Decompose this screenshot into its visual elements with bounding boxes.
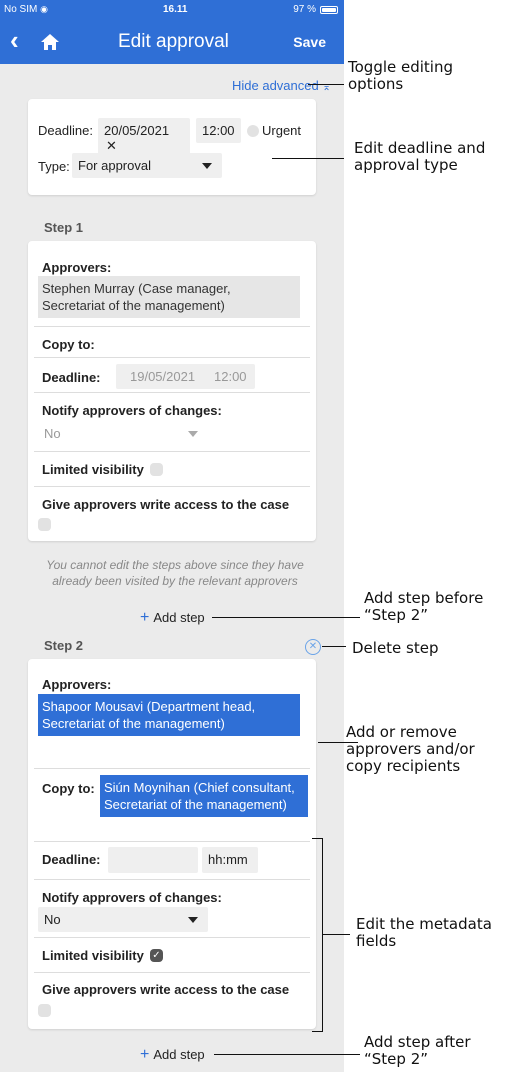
- urgent-radio[interactable]: [247, 125, 259, 137]
- delete-step-icon[interactable]: ✕: [305, 639, 321, 655]
- write-access-checkbox[interactable]: [38, 1004, 51, 1017]
- annotation-add-after: Add step after “Step 2”: [364, 1033, 471, 1068]
- wifi-icon: ◉: [40, 4, 48, 14]
- annotation-leader-metadata: [322, 934, 350, 935]
- annotation-bracket-bottom: [312, 1031, 322, 1032]
- plus-icon: +: [140, 609, 150, 626]
- clock: 16.11: [163, 4, 188, 15]
- locked-steps-note: You cannot edit the steps above since th…: [46, 558, 304, 588]
- divider: [34, 451, 310, 452]
- annotation-metadata: Edit the metadata fields: [356, 915, 492, 950]
- back-chevron-icon[interactable]: ‹: [10, 26, 19, 54]
- step-2-notify-select[interactable]: No: [38, 907, 208, 932]
- step-1-deadline-time: 12:00: [206, 364, 255, 389]
- annotation-bracket-top: [312, 838, 322, 839]
- annotation-delete: Delete step: [352, 639, 439, 657]
- hide-advanced-toggle[interactable]: Hide advanced ⌅: [232, 78, 331, 93]
- divider: [34, 768, 310, 769]
- annotation-leader-add-before: [212, 617, 360, 618]
- step-1-card: Approvers: Stephen Murray (Case manager,…: [28, 241, 316, 541]
- annotation-edit-deadline: Edit deadline and approval type: [354, 139, 486, 174]
- annotation-toggle: Toggle editing options: [348, 58, 453, 93]
- add-step-after-button[interactable]: + Add step: [140, 1046, 205, 1064]
- divider: [34, 841, 310, 842]
- write-access-checkbox: [38, 518, 51, 531]
- annotation-leader-toggle: [308, 84, 344, 85]
- dropdown-caret-icon: [202, 163, 212, 169]
- annotation-add-remove: Add or remove approvers and/or copy reci…: [346, 723, 475, 775]
- limited-visibility-checkbox: [150, 463, 163, 476]
- deadline-type-card: Deadline: 20/05/2021 ✕ 12:00 Urgent Type…: [28, 99, 316, 195]
- battery-icon: [320, 5, 338, 14]
- annotation-leader-add-after: [214, 1054, 360, 1055]
- notify-label: Notify approvers of changes:: [42, 403, 222, 418]
- notify-label: Notify approvers of changes:: [42, 890, 222, 905]
- dropdown-caret-icon: [188, 917, 198, 923]
- divider: [34, 326, 310, 327]
- deadline-label: Deadline:: [42, 852, 101, 867]
- divider: [34, 357, 310, 358]
- copy-to-label: Copy to:: [42, 337, 95, 352]
- type-select[interactable]: For approval: [72, 153, 222, 178]
- annotation-bracket-metadata: [322, 838, 323, 1032]
- home-icon[interactable]: [40, 32, 60, 52]
- limited-visibility-label: Limited visibility: [42, 462, 144, 477]
- divider: [34, 392, 310, 393]
- step-1-title: Step 1: [44, 220, 84, 235]
- add-step-before-button[interactable]: + Add step: [140, 609, 205, 627]
- phone-screen: No SIM ◉ 16.11 97 % ‹ Edit approval Save…: [0, 0, 344, 1072]
- step-2-copy-recipient[interactable]: Siún Moynihan (Chief consultant, Secreta…: [100, 775, 308, 817]
- nav-bar: ‹ Edit approval Save: [0, 20, 344, 64]
- write-access-label: Give approvers write access to the case: [42, 982, 290, 997]
- approvers-label: Approvers:: [42, 260, 112, 275]
- step-2-deadline-time-field[interactable]: hh:mm: [202, 847, 258, 873]
- deadline-label: Deadline:: [42, 370, 101, 385]
- divider: [34, 972, 310, 973]
- plus-icon: +: [140, 1046, 150, 1063]
- battery-status: 97 %: [293, 4, 338, 15]
- step-1-deadline-date: 19/05/2021: [116, 364, 210, 389]
- annotation-add-before: Add step before “Step 2”: [364, 589, 484, 624]
- step-1-approver: Stephen Murray (Case manager, Secretaria…: [38, 276, 300, 318]
- annotation-leader-deadline: [272, 158, 344, 159]
- approvers-label: Approvers:: [42, 677, 112, 692]
- page-title: Edit approval: [118, 31, 229, 52]
- urgent-label: Urgent: [262, 123, 302, 138]
- status-bar: No SIM ◉ 16.11 97 %: [0, 0, 344, 20]
- step-2-title: Step 2: [44, 638, 84, 653]
- clear-date-icon[interactable]: ✕: [106, 138, 117, 153]
- deadline-label: Deadline:: [38, 123, 93, 138]
- step-2-approver[interactable]: Shapoor Mousavi (Department head, Secret…: [38, 694, 300, 736]
- step-2-deadline-date-field[interactable]: [108, 847, 198, 873]
- save-button[interactable]: Save: [293, 34, 326, 50]
- limited-visibility-label: Limited visibility: [42, 948, 144, 963]
- copy-to-label: Copy to:: [42, 781, 95, 796]
- divider: [34, 879, 310, 880]
- limited-visibility-checkbox[interactable]: ✓: [150, 949, 163, 962]
- divider: [34, 937, 310, 938]
- annotation-leader-delete: [322, 646, 346, 647]
- step-2-card: Approvers: Shapoor Mousavi (Department h…: [28, 659, 316, 1029]
- dropdown-caret-icon: [188, 431, 198, 437]
- step-1-notify-select: No: [38, 421, 208, 446]
- carrier-label: No SIM ◉: [4, 4, 48, 15]
- deadline-time-field[interactable]: 12:00: [196, 118, 241, 143]
- write-access-label: Give approvers write access to the case: [42, 497, 290, 512]
- type-label: Type:: [38, 159, 70, 174]
- divider: [34, 486, 310, 487]
